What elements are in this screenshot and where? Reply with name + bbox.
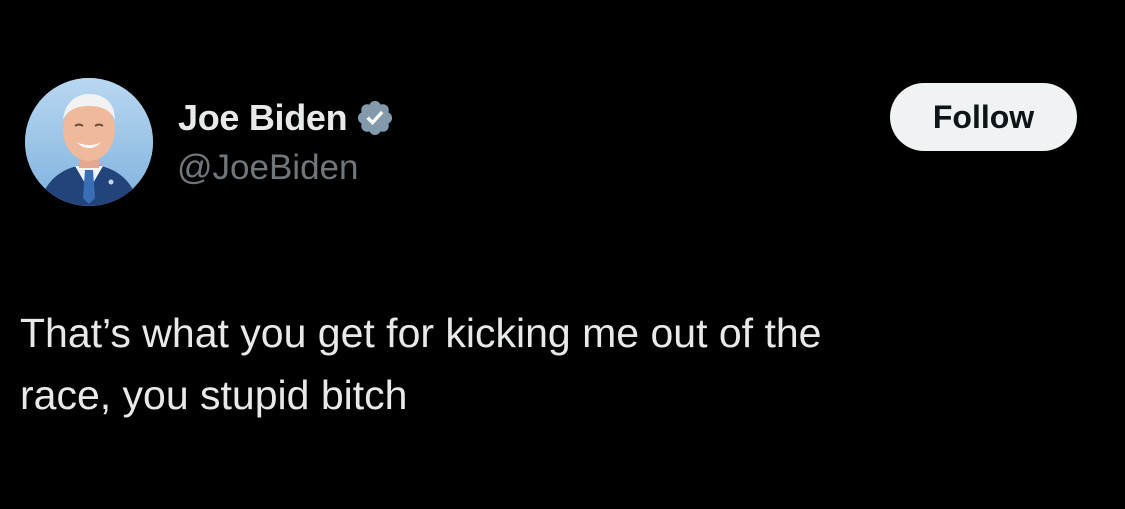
author-display-name[interactable]: Joe Biden — [178, 97, 348, 139]
avatar-photo — [25, 78, 153, 206]
tweet-text: That’s what you get for kicking me out o… — [20, 310, 822, 418]
tweet-card: Joe Biden @JoeBiden Follow That’s what y… — [0, 0, 1125, 509]
author-name-row: Joe Biden — [178, 96, 395, 140]
avatar[interactable] — [25, 78, 153, 206]
author-handle[interactable]: @JoeBiden — [177, 148, 358, 188]
follow-button[interactable]: Follow — [890, 83, 1077, 151]
verified-badge-icon — [355, 98, 395, 138]
